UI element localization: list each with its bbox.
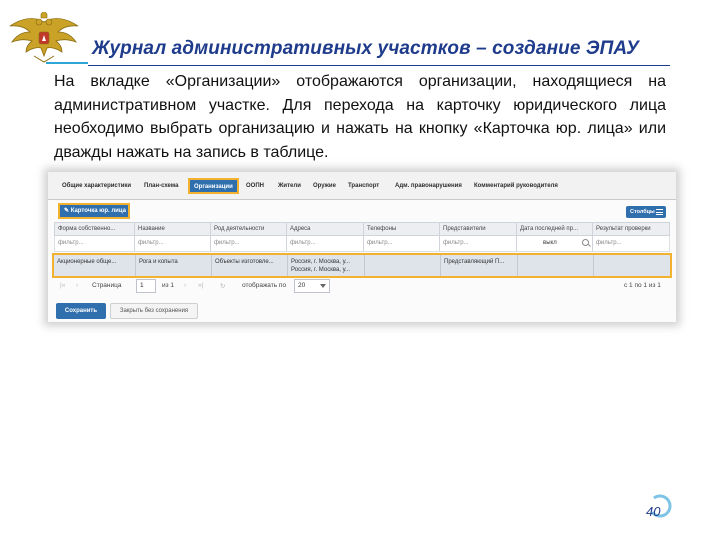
date-filter-toggle[interactable]: выкл: [517, 236, 593, 251]
cell-phones: [365, 255, 441, 276]
menu-icon: [656, 209, 663, 215]
tab-oopn[interactable]: ООПН: [246, 183, 264, 189]
cell-name: Рога и копыта: [136, 255, 212, 276]
cell-last-check: [518, 255, 594, 276]
date-filter-label: выкл: [543, 240, 557, 246]
filter-input[interactable]: фильтр...: [287, 236, 364, 251]
close-without-saving-button[interactable]: Закрыть без сохранения: [110, 303, 198, 319]
column-header[interactable]: Адреса: [287, 223, 364, 235]
search-icon[interactable]: [582, 239, 589, 246]
cell-activity: Объекты изготовле...: [212, 255, 288, 276]
chevron-down-icon: [320, 284, 326, 288]
cell-representatives: Представляющий П...: [441, 255, 518, 276]
columns-button-label: Столбцы: [630, 209, 655, 215]
page-size-value: 20: [298, 282, 306, 289]
last-page-icon[interactable]: »|: [198, 282, 203, 289]
filter-input[interactable]: фильтр...: [593, 236, 671, 251]
column-header[interactable]: Название: [135, 223, 211, 235]
page-number-input[interactable]: 1: [136, 279, 156, 293]
filter-input[interactable]: фильтр...: [135, 236, 211, 251]
page-size-label: отображать по: [242, 282, 287, 289]
column-header[interactable]: Форма собственно...: [55, 223, 135, 235]
pagination-bar: |« ‹ Страница 1 из 1 › »| ↻ отображать п…: [58, 279, 670, 295]
column-header[interactable]: Результат проверки: [593, 223, 671, 235]
tab-general[interactable]: Общие характеристики: [62, 183, 131, 189]
table-row[interactable]: Акционерные обще... Рога и копыта Объект…: [52, 253, 672, 278]
next-page-icon[interactable]: ›: [184, 282, 186, 289]
page-count-label: из 1: [162, 282, 175, 289]
columns-button[interactable]: Столбцы: [626, 206, 666, 218]
table-header-row: Форма собственно... Название Род деятель…: [54, 222, 670, 236]
column-header[interactable]: Род деятельности: [211, 223, 287, 235]
address-line: Россия, г. Москва, у...: [291, 259, 351, 265]
cell-result: [594, 255, 670, 276]
refresh-icon[interactable]: ↻: [220, 282, 225, 290]
card-button-label: Карточка юр. лица: [70, 208, 126, 214]
tab-weapons[interactable]: Оружие: [313, 183, 336, 189]
double-headed-eagle-emblem-icon: [9, 12, 79, 63]
page-number: 40: [646, 504, 661, 519]
description-paragraph: На вкладке «Организации» отображаются ор…: [54, 73, 666, 161]
page-label: Страница: [92, 282, 122, 289]
filter-input[interactable]: фильтр...: [364, 236, 440, 251]
cell-address: Россия, г. Москва, у... Россия, г. Москв…: [288, 255, 365, 276]
title-underline: [88, 65, 670, 66]
column-header[interactable]: Представители: [440, 223, 517, 235]
tab-organizations[interactable]: Организации: [188, 178, 239, 194]
legal-entity-card-button[interactable]: ✎ Карточка юр. лица: [58, 203, 130, 219]
tab-transport[interactable]: Транспорт: [348, 183, 379, 189]
tab-bar: Общие характеристики План-схема Организа…: [48, 172, 676, 200]
filter-input[interactable]: фильтр...: [55, 236, 135, 251]
column-header[interactable]: Дата последней пр...: [517, 223, 593, 235]
pencil-icon: ✎: [64, 208, 71, 214]
tab-residents[interactable]: Жители: [278, 183, 301, 189]
title-accent-rule: [46, 62, 88, 64]
filter-input[interactable]: фильтр...: [211, 236, 287, 251]
tab-admin-offenses[interactable]: Адм. правонарушения: [395, 183, 462, 189]
tab-plan[interactable]: План-схема: [144, 183, 178, 189]
save-button[interactable]: Сохранить: [56, 303, 106, 319]
column-header[interactable]: Телефоны: [364, 223, 440, 235]
table-filter-row: фильтр... фильтр... фильтр... фильтр... …: [54, 236, 670, 252]
tab-manager-comment[interactable]: Комментарий руководителя: [474, 183, 558, 189]
first-page-icon[interactable]: |«: [60, 282, 65, 289]
filter-input[interactable]: фильтр...: [440, 236, 517, 251]
prev-page-icon[interactable]: ‹: [76, 282, 78, 289]
records-range: с 1 по 1 из 1: [624, 282, 661, 289]
cell-ownership: Акционерные обще...: [54, 255, 136, 276]
page-size-select[interactable]: 20: [294, 279, 330, 293]
page-title: Журнал административных участков – созда…: [92, 38, 640, 59]
app-screenshot-panel: Общие характеристики План-схема Организа…: [48, 172, 676, 322]
address-line: Россия, г. Москва, у...: [291, 267, 351, 273]
